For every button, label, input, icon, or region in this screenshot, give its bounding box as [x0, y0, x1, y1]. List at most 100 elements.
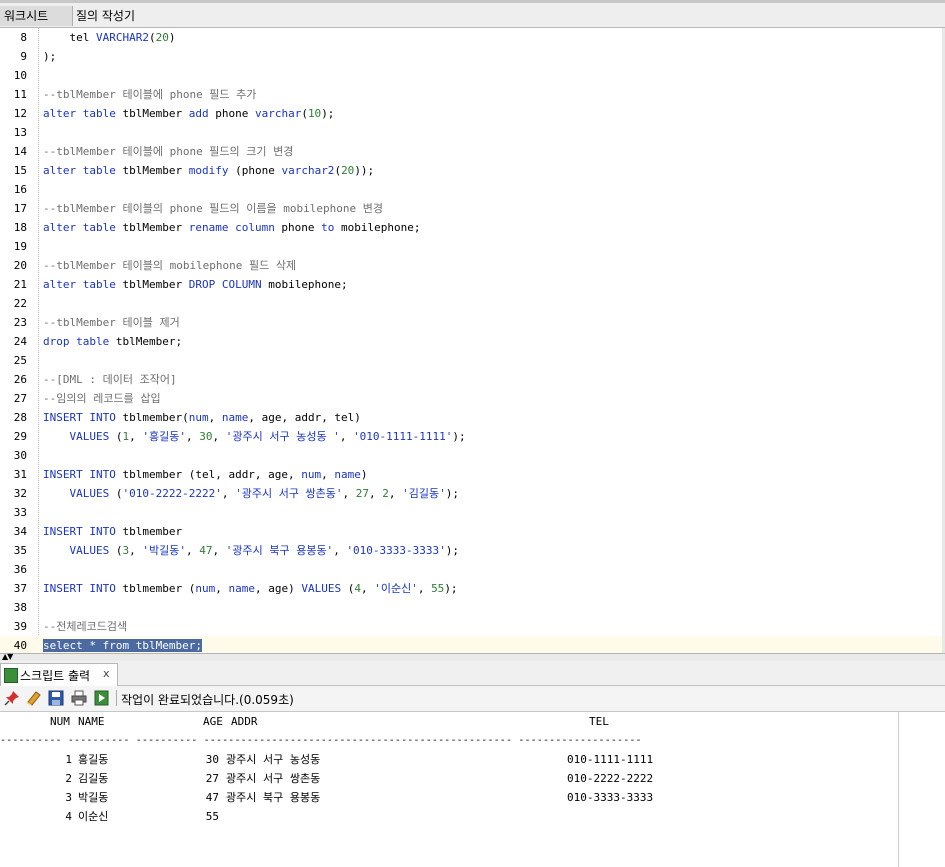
code-token: 55	[431, 582, 445, 595]
code-line[interactable]: 28 INSERT INTO tblmember(num, name, age, …	[0, 408, 945, 427]
tab-script-output[interactable]: 스크립트 출력 x	[0, 663, 118, 686]
code-token: alter table	[43, 164, 116, 177]
code-text: --전체레코드검색	[43, 617, 127, 636]
code-line[interactable]: 29 VALUES (1, '홍길동', 30, '광주시 서구 농성동 ', …	[0, 427, 945, 446]
code-line[interactable]: 30	[0, 446, 945, 465]
code-text: INSERT INTO tblmember	[43, 522, 182, 541]
selected-code: select * from tblMember;	[43, 639, 202, 652]
code-token: DROP COLUMN	[188, 278, 262, 291]
code-line[interactable]: 11 --tblMember 테이블에 phone 필드 추가	[0, 85, 945, 104]
code-line[interactable]: 22	[0, 294, 945, 313]
result-cell-age: 27	[205, 772, 219, 785]
code-line[interactable]: 9);	[0, 47, 945, 66]
tab-worksheet[interactable]: 워크시트	[0, 6, 73, 26]
code-token: '광주시 서구 농성동 '	[225, 430, 340, 443]
pin-icon[interactable]	[4, 690, 20, 706]
code-token: varchar	[254, 107, 302, 120]
code-token: 27	[355, 487, 370, 500]
code-text: select * from tblMember;	[43, 636, 202, 653]
result-cell-num: 1	[65, 753, 72, 766]
code-line[interactable]: 14 --tblMember 테이블에 phone 필드의 크기 변경	[0, 142, 945, 161]
line-number: 17	[13, 202, 27, 215]
code-token: num	[195, 582, 216, 595]
code-line[interactable]: 36	[0, 560, 945, 579]
line-number: 30	[13, 449, 27, 462]
code-line[interactable]: 10	[0, 66, 945, 85]
code-token: --전체레코드검색	[43, 620, 128, 633]
output-side-panel	[898, 712, 945, 867]
line-number: 20	[13, 259, 27, 272]
code-line[interactable]: 40 select * from tblMember;	[0, 636, 945, 653]
code-token: INSERT INTO	[43, 582, 116, 595]
code-line[interactable]: 35 VALUES (3, '박길동', 47, '광주시 북구 용봉동', '…	[0, 541, 945, 560]
code-line[interactable]: 23 --tblMember 테이블 제거	[0, 313, 945, 332]
code-text: VALUES (3, '박길동', 47, '광주시 북구 용봉동', '010…	[43, 541, 460, 560]
code-token: mobilephone;	[261, 278, 348, 291]
sql-editor[interactable]: 8 tel VARCHAR2(20) 9); 10 11 --tblMember 테이블…	[0, 28, 945, 653]
code-token: (	[109, 487, 123, 500]
code-line[interactable]: 17 --tblMember 테이블의 phone 필드의 이름을 mobilep…	[0, 199, 945, 218]
code-token: VALUES	[301, 582, 342, 595]
tab-query-builder[interactable]: 질의 작성기	[72, 6, 139, 26]
code-line[interactable]: 16	[0, 180, 945, 199]
code-line[interactable]: 26 --[DML : 데이터 조작어]	[0, 370, 945, 389]
code-token: 20	[341, 164, 355, 177]
code-token: tblmember(	[115, 411, 189, 424]
script-output-icon	[4, 668, 18, 683]
code-token: );	[452, 430, 466, 443]
script-output-pane[interactable]: NUM NAME AGE ADDR TEL ---------- -------…	[0, 712, 898, 867]
result-cell-tel: 010-2222-2222	[567, 772, 654, 785]
code-line[interactable]: 13	[0, 123, 945, 142]
code-line[interactable]: 27 --임의의 레코드를 삽입	[0, 389, 945, 408]
save-icon[interactable]	[48, 690, 64, 706]
code-line[interactable]: 19	[0, 237, 945, 256]
line-number: 25	[13, 354, 27, 367]
print-icon[interactable]	[71, 690, 87, 706]
code-token: '홍길동'	[142, 430, 186, 443]
code-line[interactable]: 25	[0, 351, 945, 370]
code-line[interactable]: 15 alter table tblMember modify (phone va…	[0, 161, 945, 180]
code-line[interactable]: 34 INSERT INTO tblmember	[0, 522, 945, 541]
code-token: '010-3333-3333'	[346, 544, 446, 557]
code-line[interactable]: 33	[0, 503, 945, 522]
line-number: 9	[20, 50, 27, 63]
line-number: 15	[13, 164, 27, 177]
line-number: 27	[13, 392, 27, 405]
code-token: ,	[185, 430, 200, 443]
eraser-icon[interactable]	[25, 690, 41, 706]
code-line[interactable]: 20 --tblMember 테이블의 mobilephone 필드 삭제	[0, 256, 945, 275]
code-line[interactable]: 18 alter table tblMember rename column ph…	[0, 218, 945, 237]
code-line[interactable]: 32 VALUES ('010-2222-2222', '광주시 서구 쌍촌동'…	[0, 484, 945, 503]
line-number: 26	[13, 373, 27, 386]
line-number: 14	[13, 145, 27, 158]
code-token: ,	[129, 544, 143, 557]
split-arrows-icon[interactable]: ▲▼	[2, 653, 13, 661]
code-token: '김길동'	[402, 487, 446, 500]
code-line[interactable]: 8 tel VARCHAR2(20)	[0, 28, 945, 47]
toolbar-separator	[116, 690, 117, 706]
load-icon[interactable]	[94, 690, 110, 706]
code-line[interactable]: 37 INSERT INTO tblmember (num, name, age)…	[0, 579, 945, 598]
code-token: varchar2	[281, 164, 335, 177]
code-token: ,	[129, 430, 143, 443]
code-token: 10	[307, 107, 322, 120]
code-token: ,	[342, 487, 356, 500]
code-line[interactable]: 38	[0, 598, 945, 617]
code-token: )	[168, 31, 176, 44]
code-line[interactable]: 31 INSERT INTO tblmember (tel, addr, age,…	[0, 465, 945, 484]
code-token: tblmember (tel, addr, age,	[115, 468, 302, 481]
code-line[interactable]: 24 drop table tblMember;	[0, 332, 945, 351]
code-line[interactable]: 21 alter table tblMember DROP COLUMN mobi…	[0, 275, 945, 294]
code-line[interactable]: 39 --전체레코드검색	[0, 617, 945, 636]
result-cell-num: 3	[65, 791, 72, 804]
code-token: name	[221, 411, 249, 424]
code-line[interactable]: 12 alter table tblMember add phone varcha…	[0, 104, 945, 123]
code-token: INSERT INTO	[43, 468, 116, 481]
code-token: VALUES	[69, 430, 110, 443]
code-token: ));	[354, 164, 375, 177]
code-token: name	[228, 582, 255, 595]
code-token: ,	[369, 487, 383, 500]
close-icon[interactable]: x	[103, 667, 110, 680]
output-tab-bar: 스크립트 출력 x	[0, 661, 945, 686]
